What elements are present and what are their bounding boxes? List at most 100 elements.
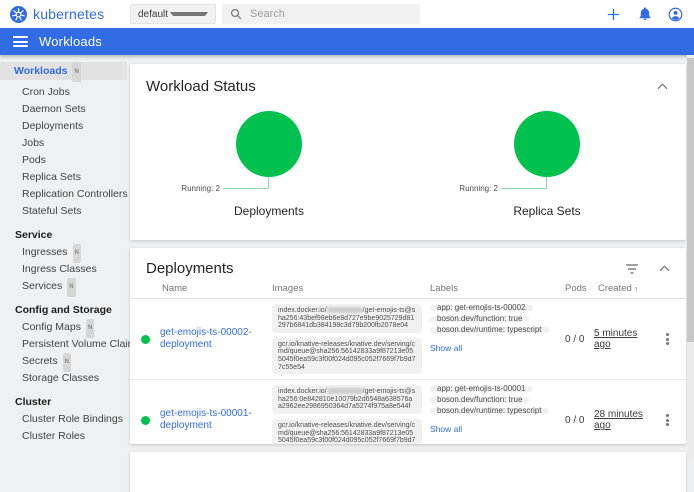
- image-chip: gcr.io/knative-releases/knative.dev/serv…: [272, 419, 422, 444]
- app-bar: Workloads: [0, 28, 694, 55]
- filter-icon[interactable]: [623, 262, 641, 276]
- sidebar-item-label: Config Maps: [22, 321, 81, 333]
- sidebar-item-deployments[interactable]: Deployments: [0, 118, 127, 135]
- label-chip: boson.dev/function: true: [430, 316, 529, 322]
- table-row: get-emojis-ts-00002-deployment index.doc…: [130, 299, 686, 380]
- chart-title: Replica Sets: [408, 204, 686, 218]
- scrollbar-track[interactable]: [687, 55, 694, 459]
- deployment-name-link[interactable]: get-emojis-ts-00001-deployment: [160, 408, 272, 432]
- sidebar-section-cluster: Cluster: [0, 394, 127, 411]
- status-running-icon: [141, 416, 150, 425]
- row-menu-kebab-icon[interactable]: [663, 328, 672, 349]
- brand-text: kubernetes: [33, 6, 104, 22]
- show-all-link[interactable]: Show all: [430, 343, 462, 353]
- deployments-title: Deployments: [146, 260, 623, 277]
- sidebar-item-daemon-sets[interactable]: Daemon Sets: [0, 101, 127, 118]
- row-menu-kebab-icon[interactable]: [663, 410, 672, 431]
- column-header-images[interactable]: Images: [272, 283, 430, 294]
- workload-status-card: Workload Status Running: 2 Deployments R…: [130, 64, 686, 240]
- created-timestamp[interactable]: 5 minutes ago: [594, 328, 656, 350]
- legend-running-count: Running: 2: [181, 184, 220, 193]
- sidebar-nav: Workloads N Cron Jobs Daemon Sets Deploym…: [0, 55, 127, 459]
- sidebar-section-config-and-storage: Config and Storage: [0, 302, 127, 319]
- next-section-card: [130, 452, 686, 492]
- top-bar: kubernetes default: [0, 0, 694, 28]
- image-chip: index.docker.io//get-emojis-ts@sha256:43…: [272, 304, 422, 333]
- sort-ascending-arrow-icon: ↑: [634, 284, 639, 294]
- label-chip: boson.dev/runtime: typescript: [430, 327, 549, 333]
- column-header-label: Created: [598, 283, 632, 294]
- column-header-created[interactable]: Created ↑: [594, 283, 656, 294]
- namespace-value: default: [138, 9, 170, 20]
- search-input[interactable]: [250, 8, 400, 20]
- collapse-chevron-up-icon[interactable]: [655, 81, 670, 92]
- namespace-selector[interactable]: default: [130, 4, 216, 24]
- sidebar-item-label: Ingresses: [22, 246, 68, 258]
- sidebar-item-label: Services: [22, 280, 62, 292]
- kubernetes-logo-icon: [10, 6, 27, 23]
- sidebar-item-replica-sets[interactable]: Replica Sets: [0, 169, 127, 186]
- pods-cell: 0 / 0: [558, 380, 594, 444]
- user-avatar-icon[interactable]: [667, 6, 684, 23]
- pie-slice-running: [514, 111, 580, 177]
- sidebar-item-pods[interactable]: Pods: [0, 152, 127, 169]
- deployment-name-link[interactable]: get-emojis-ts-00002-deployment: [160, 327, 272, 351]
- column-header-name[interactable]: Name: [160, 283, 272, 294]
- deployments-pie-chart: Running: 2 Deployments: [130, 109, 408, 231]
- main-content: Workload Status Running: 2 Deployments R…: [127, 55, 694, 459]
- sidebar-item-ingress-classes[interactable]: Ingress Classes: [0, 261, 127, 278]
- images-cell: index.docker.io//get-emojis-ts@sha256:43…: [272, 299, 430, 379]
- namespaced-badge: N: [72, 62, 80, 82]
- sidebar-item-label: Persistent Volume Claims: [22, 338, 142, 350]
- kubernetes-logo-link[interactable]: kubernetes: [10, 6, 104, 23]
- label-chip: boson.dev/function: true: [430, 397, 529, 403]
- collapse-chevron-up-icon[interactable]: [657, 263, 672, 274]
- show-all-link[interactable]: Show all: [430, 424, 462, 434]
- labels-cell: app: get-emojis-ts-00001 boson.dev/funct…: [430, 380, 558, 444]
- workload-status-title: Workload Status: [146, 78, 655, 95]
- legend-running-count: Running: 2: [459, 184, 498, 193]
- status-cell: [130, 380, 160, 444]
- sidebar-item-services[interactable]: Services N: [0, 278, 127, 295]
- menu-hamburger-icon[interactable]: [13, 34, 28, 50]
- search-icon: [230, 8, 242, 20]
- legend-connector-line: [501, 177, 547, 189]
- sidebar-item-config-maps[interactable]: Config MapsN: [0, 319, 127, 336]
- sidebar-item-cron-jobs[interactable]: Cron Jobs: [0, 84, 127, 101]
- sidebar-item-secrets[interactable]: SecretsN: [0, 353, 127, 370]
- sidebar-item-replication-controllers[interactable]: Replication Controllers: [0, 186, 127, 203]
- sidebar-item-stateful-sets[interactable]: Stateful Sets: [0, 203, 127, 220]
- labels-cell: app: get-emojis-ts-00002 boson.dev/funct…: [430, 299, 558, 379]
- label-chip: app: get-emojis-ts-00001: [430, 386, 533, 392]
- label-chip: app: get-emojis-ts-00002: [430, 305, 533, 311]
- sidebar-item-label: Workloads: [14, 65, 67, 77]
- topbar-actions: [605, 0, 684, 28]
- table-header-row: Name Images Labels Pods Created ↑: [130, 283, 686, 299]
- pods-cell: 0 / 0: [558, 299, 594, 379]
- image-text: gcr.io/knative-releases/knative.dev/serv…: [278, 341, 415, 371]
- sidebar-item-jobs[interactable]: Jobs: [0, 135, 127, 152]
- created-timestamp[interactable]: 28 minutes ago: [594, 409, 656, 431]
- column-header-labels[interactable]: Labels: [430, 283, 558, 294]
- deployments-card: Deployments Name: [130, 248, 686, 444]
- legend-connector-line: [223, 177, 269, 189]
- sidebar-item-persistent-volume-claims[interactable]: Persistent Volume ClaimsN: [0, 336, 127, 353]
- search-box[interactable]: [222, 4, 420, 24]
- page-title: Workloads: [39, 34, 102, 49]
- column-header-pods[interactable]: Pods: [558, 283, 594, 294]
- namespaced-badge: N: [67, 278, 75, 297]
- sidebar-item-cluster-roles[interactable]: Cluster Roles: [0, 428, 127, 445]
- sidebar-item-storage-classes[interactable]: Storage Classes: [0, 370, 127, 387]
- sidebar-item-workloads[interactable]: Workloads N: [0, 62, 127, 80]
- status-cell: [130, 299, 160, 379]
- image-text: index.docker.io/: [278, 307, 327, 314]
- notifications-bell-icon[interactable]: [636, 6, 653, 23]
- create-resource-button[interactable]: [605, 6, 622, 23]
- scrollbar-thumb[interactable]: [687, 58, 694, 342]
- images-cell: index.docker.io//get-emojis-ts@sha256:0e…: [272, 380, 430, 444]
- image-text: index.docker.io/: [278, 388, 327, 395]
- redacted-registry-user: [327, 388, 363, 394]
- sidebar-section-service: Service: [0, 227, 127, 244]
- sidebar-item-cluster-role-bindings[interactable]: Cluster Role Bindings: [0, 411, 127, 428]
- sidebar-item-ingresses[interactable]: IngressesN: [0, 244, 127, 261]
